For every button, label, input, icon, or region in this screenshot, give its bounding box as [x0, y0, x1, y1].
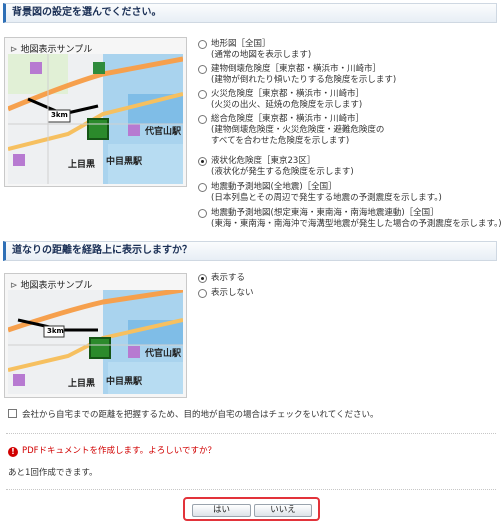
- remaining-count-text: あと1回作成できます。: [8, 468, 98, 478]
- radio-seismic-all[interactable]: [198, 183, 207, 192]
- map-sample-image: 代官山駅 中目黒駅 上目黒 3km: [8, 54, 183, 184]
- home-destination-label: 会社から自宅までの距離を把握するため、目的地が自宅の場合はチェックをいれてくださ…: [22, 410, 379, 420]
- map-label-station2: 中目黒駅: [106, 377, 143, 387]
- map-graphic: [8, 54, 183, 184]
- map-sample-image: 代官山駅 中目黒駅 上目黒 3km: [8, 290, 183, 394]
- radio-fire-risk[interactable]: [198, 90, 207, 99]
- no-button[interactable]: いいえ: [254, 504, 312, 517]
- home-destination-checkbox-row[interactable]: 会社から自宅までの距離を把握するため、目的地が自宅の場合はチェックをいれてくださ…: [8, 408, 379, 420]
- section-title: 背景図の設定を選んでください。: [12, 7, 162, 18]
- divider: [6, 489, 496, 490]
- map-label-station1: 代官山駅: [145, 127, 182, 137]
- exclamation-icon: !: [8, 447, 18, 457]
- radio-building-collapse[interactable]: [198, 65, 207, 74]
- map-graphic: [8, 290, 183, 394]
- map-label-distance: 3km: [51, 111, 68, 119]
- section-header-background-map: 背景図の設定を選んでください。: [3, 3, 497, 23]
- radio-show-distance[interactable]: [198, 274, 207, 283]
- map-sample-panel: ⊳ 地図表示サンプル 代官山駅 中目黒駅 上目黒 3km: [4, 37, 187, 187]
- home-destination-checkbox[interactable]: [8, 409, 17, 418]
- section-title: 道なりの距離を経路上に表示しますか？: [12, 245, 192, 256]
- radio-liquefaction[interactable]: [198, 157, 207, 166]
- map-label-area: 上目黒: [68, 379, 96, 389]
- warning-text: PDFドキュメントを作成します。よろしいですか？: [22, 446, 216, 456]
- radio-seismic-tokai[interactable]: [198, 209, 207, 218]
- map-label-station1: 代官山駅: [145, 349, 182, 359]
- radio-overall-risk[interactable]: [198, 115, 207, 124]
- pdf-warning: ! PDFドキュメントを作成します。よろしいですか？: [8, 444, 216, 457]
- divider: [6, 433, 496, 434]
- yes-button[interactable]: はい: [192, 504, 251, 517]
- map-sample-panel-distance: ⊳ 地図表示サンプル 代官山駅 中目黒駅 上目黒 3km: [4, 273, 187, 398]
- map-label-distance: 3km: [47, 327, 64, 335]
- radio-topographic[interactable]: [198, 40, 207, 49]
- map-label-area: 上目黒: [68, 160, 96, 170]
- section-header-distance: 道なりの距離を経路上に表示しますか？: [3, 241, 497, 261]
- radio-hide-distance[interactable]: [198, 289, 207, 298]
- map-label-station2: 中目黒駅: [106, 157, 143, 167]
